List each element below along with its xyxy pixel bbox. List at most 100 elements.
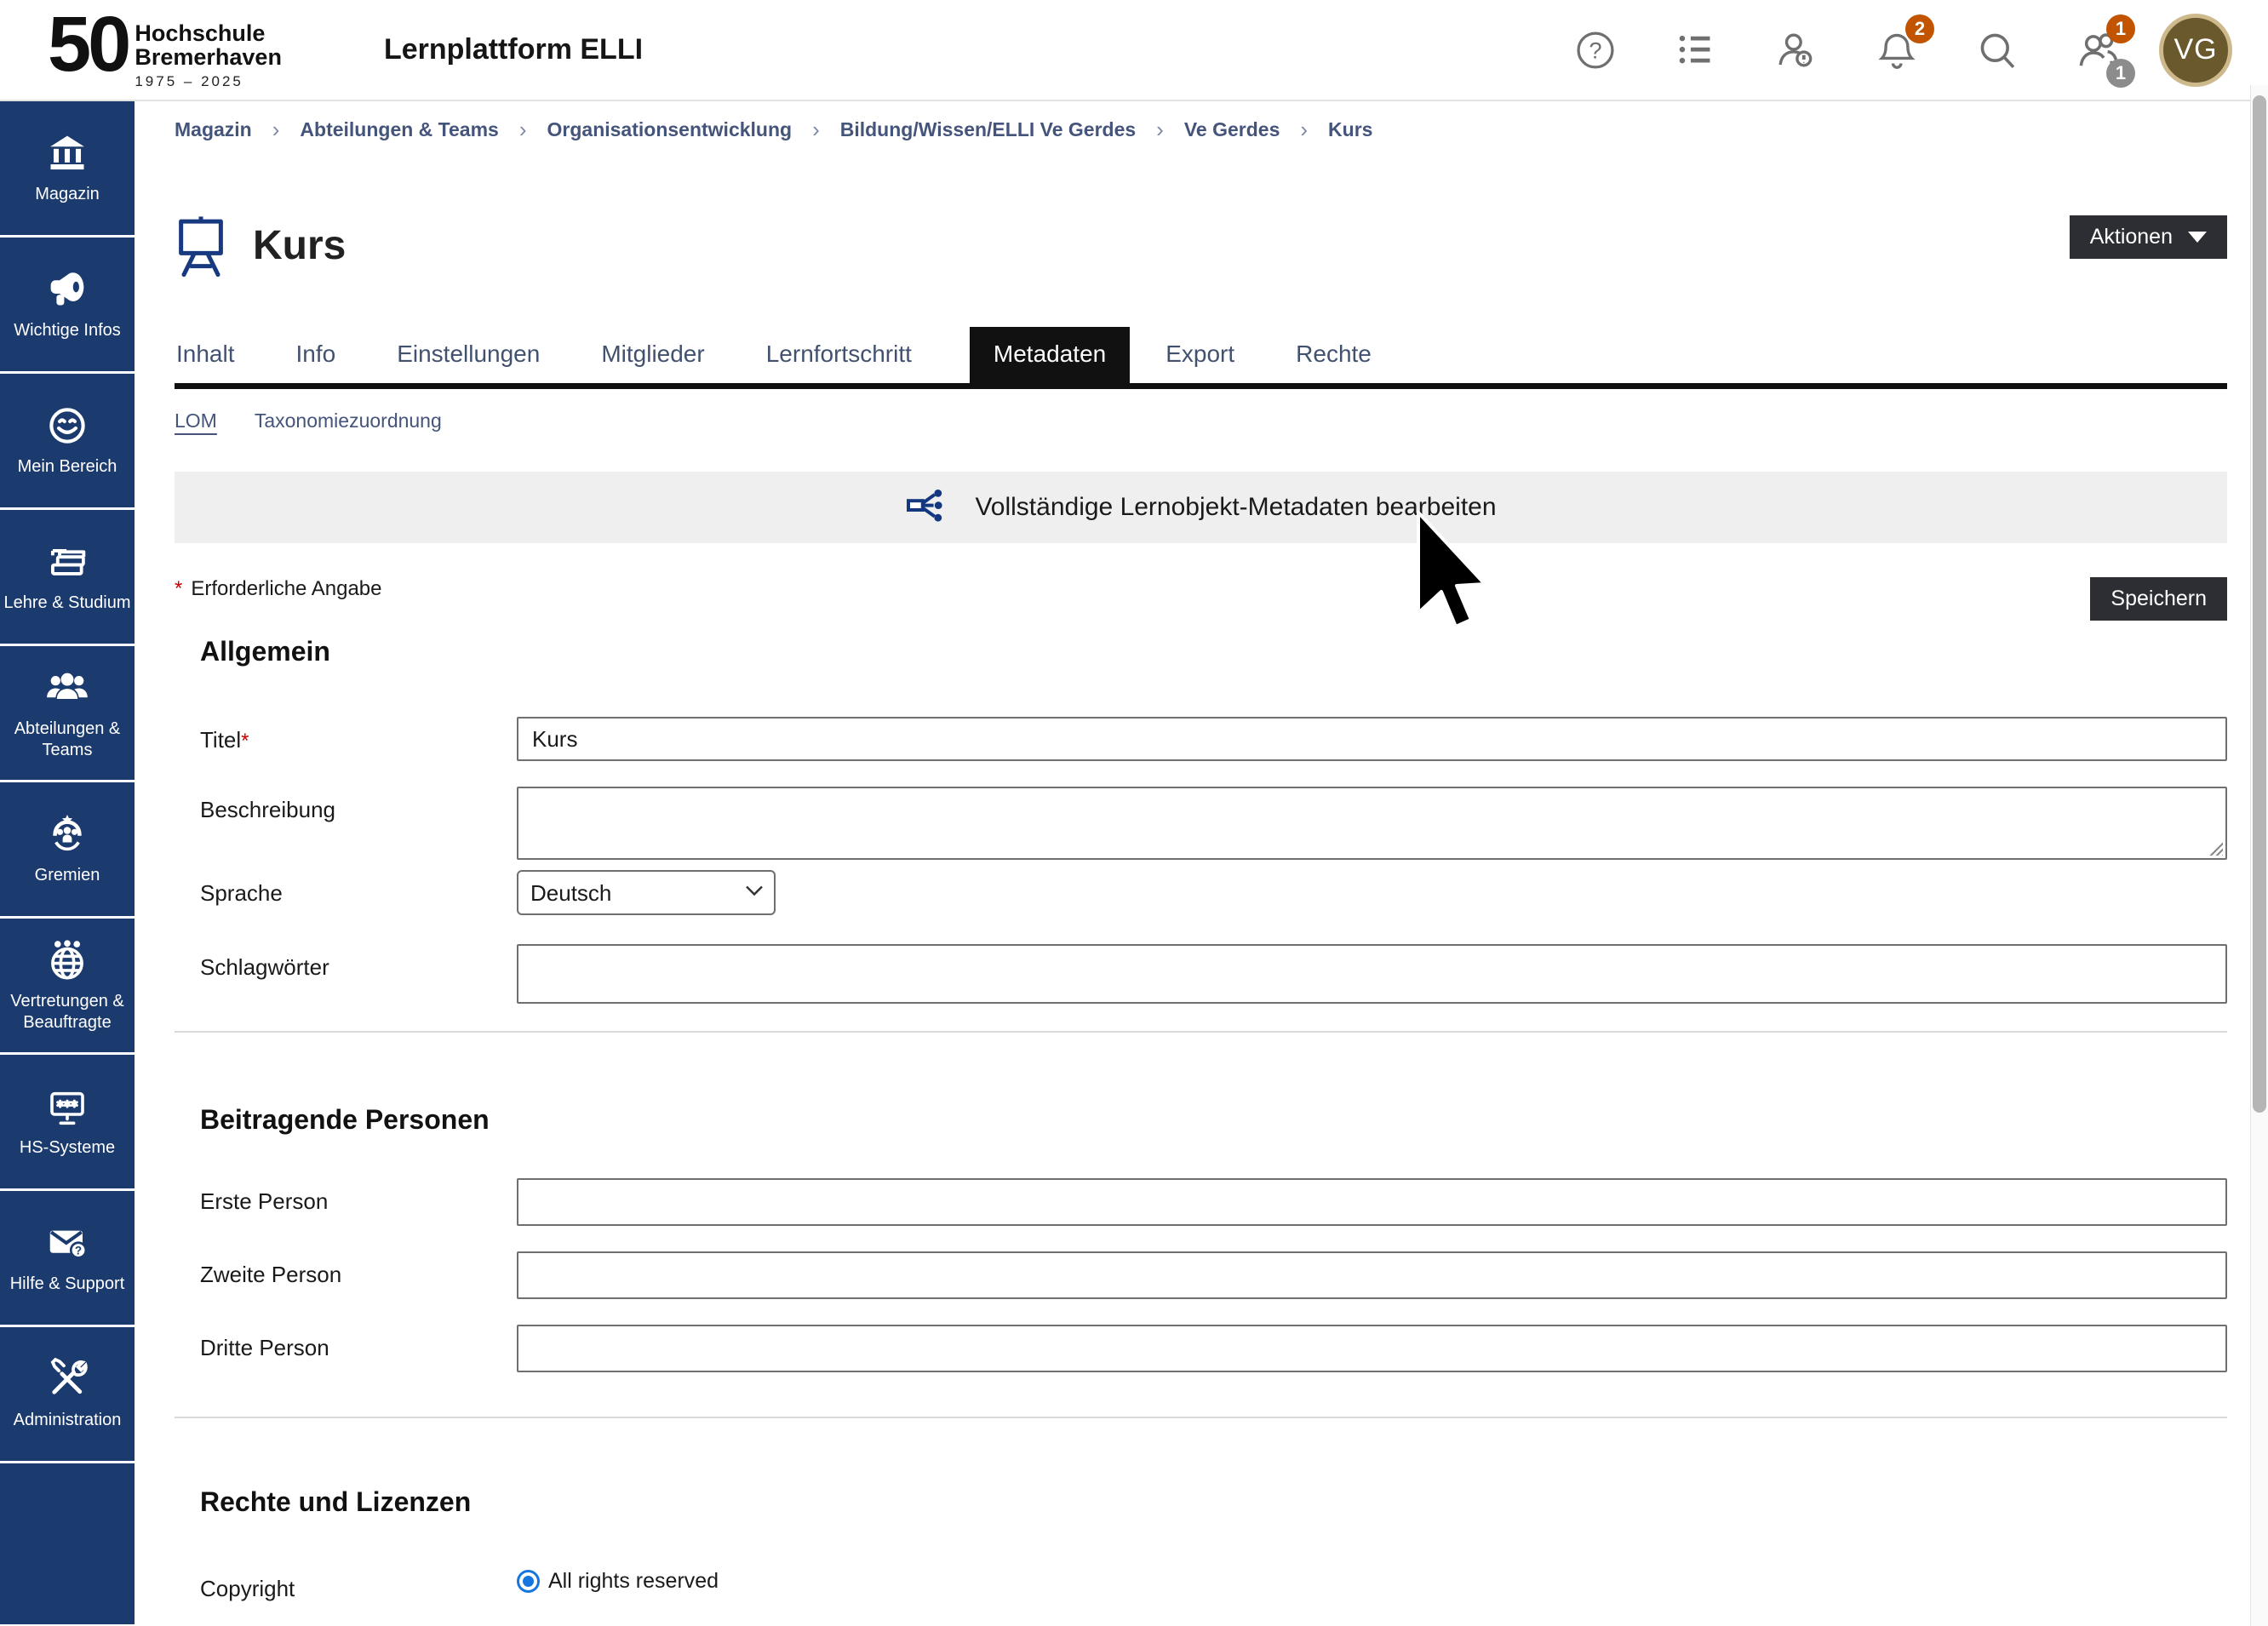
tab-inhalt[interactable]: Inhalt	[175, 327, 237, 383]
contacts-icon[interactable]: 1 1	[2074, 26, 2122, 74]
books-icon	[44, 540, 90, 584]
tab-export[interactable]: Export	[1164, 327, 1236, 383]
monitor-icon	[44, 1085, 90, 1129]
sidebar-item-label: Mein Bereich	[18, 456, 117, 478]
sidebar-item-label: Hilfe & Support	[10, 1274, 125, 1295]
required-save-row: *Erforderliche Angabe Speichern	[175, 577, 2227, 621]
breadcrumb-item-kurs[interactable]: Kurs	[1328, 118, 1372, 141]
edit-full-metadata-banner[interactable]: Vollständige Lernobjekt-Metadaten bearbe…	[175, 472, 2227, 543]
sidebar-item-label: HS-Systeme	[20, 1137, 115, 1159]
chevron-down-icon	[2188, 232, 2207, 243]
form-row-dritte-person: Dritte Person	[175, 1325, 2227, 1372]
committee-icon	[44, 812, 90, 856]
mail-help-icon: ?	[44, 1221, 90, 1265]
section-heading-beitragende: Beitragende Personen	[200, 1104, 2227, 1136]
user-alert-icon[interactable]	[1773, 26, 1820, 74]
svg-text:?: ?	[75, 1245, 82, 1257]
help-icon[interactable]: ?	[1572, 26, 1619, 74]
form-row-beschreibung: Beschreibung	[175, 787, 2227, 860]
section-divider	[175, 1031, 2227, 1033]
megaphone-icon	[44, 267, 90, 312]
form-row-sprache: Sprache Deutsch	[175, 870, 2227, 915]
app-window: 50 Hochschule Bremerhaven 1975 – 2025 Le…	[0, 0, 2268, 1626]
sidebar-item-mein-bereich[interactable]: Mein Bereich	[0, 374, 135, 510]
breadcrumb-separator: ›	[1300, 117, 1308, 143]
breadcrumb-item-bildung-wissen[interactable]: Bildung/Wissen/ELLI Ve Gerdes	[840, 118, 1136, 141]
breadcrumb-item-organisationsentwicklung[interactable]: Organisationsentwicklung	[547, 118, 793, 141]
bell-icon[interactable]: 2	[1873, 26, 1921, 74]
breadcrumb-item-abteilungen[interactable]: Abteilungen & Teams	[300, 118, 498, 141]
save-button[interactable]: Speichern	[2090, 577, 2227, 621]
sprache-select[interactable]: Deutsch	[517, 870, 776, 915]
form-row-zweite-person: Zweite Person	[175, 1251, 2227, 1299]
avatar[interactable]: VG	[2159, 14, 2232, 87]
copyright-radio-label[interactable]: All rights reserved	[548, 1569, 719, 1594]
section-heading-allgemein: Allgemein	[200, 636, 2227, 667]
scrollbar-track[interactable]	[2250, 85, 2268, 1626]
tools-icon	[44, 1357, 90, 1401]
required-note: *Erforderliche Angabe	[175, 577, 382, 601]
tab-info[interactable]: Info	[295, 327, 338, 383]
sidebar-item-vertretungen[interactable]: Vertretungen & Beauftragte	[0, 919, 135, 1055]
tab-mitglieder[interactable]: Mitglieder	[599, 327, 706, 383]
tab-lernfortschritt[interactable]: Lernfortschritt	[765, 327, 914, 383]
form-row-erste-person: Erste Person	[175, 1178, 2227, 1226]
dritte-person-label: Dritte Person	[175, 1325, 517, 1361]
form-row-copyright: Copyright All rights reserved	[175, 1566, 2227, 1602]
globe-people-icon	[44, 938, 90, 982]
tab-bar: Inhalt Info Einstellungen Mitglieder Ler…	[175, 327, 2227, 389]
subtab-taxonomiezuordnung[interactable]: Taxonomiezuordnung	[255, 409, 442, 432]
schlagwoerter-label: Schlagwörter	[175, 944, 517, 981]
sidebar-item-hilfe-support[interactable]: ? Hilfe & Support	[0, 1191, 135, 1327]
sidebar-filler	[0, 1463, 135, 1624]
sidebar-item-label: Magazin	[35, 184, 100, 205]
university-logo[interactable]: 50 Hochschule Bremerhaven 1975 – 2025	[48, 9, 282, 90]
sidebar-item-wichtige-infos[interactable]: Wichtige Infos	[0, 238, 135, 374]
header-actions: ?	[1519, 14, 2232, 87]
sidebar-item-abteilungen-teams[interactable]: Abteilungen & Teams	[0, 646, 135, 782]
page-title: Kurs	[253, 222, 346, 269]
sidebar-item-hs-systeme[interactable]: HS-Systeme	[0, 1055, 135, 1191]
share-node-icon	[905, 484, 953, 531]
zweite-person-label: Zweite Person	[175, 1251, 517, 1288]
erste-person-input[interactable]	[517, 1178, 2227, 1226]
svg-text:?: ?	[1589, 37, 1601, 63]
sidebar-item-gremien[interactable]: Gremien	[0, 782, 135, 919]
tab-einstellungen[interactable]: Einstellungen	[395, 327, 541, 383]
breadcrumb-item-ve-gerdes[interactable]: Ve Gerdes	[1184, 118, 1280, 141]
logo-years: 1975 – 2025	[135, 73, 282, 90]
schlagwoerter-input[interactable]	[517, 944, 2227, 1004]
page-title-row: Kurs Aktionen	[175, 195, 2227, 296]
sidebar-item-administration[interactable]: Administration	[0, 1327, 135, 1463]
actions-button[interactable]: Aktionen	[2070, 215, 2227, 259]
beschreibung-textarea[interactable]	[517, 787, 2227, 860]
tab-metadaten[interactable]: Metadaten	[970, 327, 1130, 383]
section-divider	[175, 1417, 2227, 1418]
search-icon[interactable]	[1973, 26, 2021, 74]
smiley-icon	[45, 404, 89, 448]
breadcrumb-separator: ›	[272, 117, 280, 143]
copyright-radio[interactable]	[517, 1570, 540, 1593]
subtab-lom[interactable]: LOM	[175, 409, 217, 432]
beschreibung-label: Beschreibung	[175, 787, 517, 823]
sidebar-item-label: Gremien	[35, 865, 100, 886]
sprache-label: Sprache	[175, 870, 517, 907]
bank-icon	[45, 131, 89, 175]
sidebar-item-label: Vertretungen & Beauftragte	[3, 991, 132, 1033]
logo-name-line1: Hochschule	[135, 21, 282, 45]
zweite-person-input[interactable]	[517, 1251, 2227, 1299]
todo-list-icon[interactable]	[1672, 26, 1720, 74]
titel-input[interactable]	[517, 717, 2227, 761]
scrollbar-thumb[interactable]	[2253, 95, 2266, 1113]
people-group-icon	[44, 666, 90, 710]
sidebar-item-magazin[interactable]: Magazin	[0, 101, 135, 238]
section-heading-rechte: Rechte und Lizenzen	[200, 1486, 2227, 1518]
breadcrumb-item-magazin[interactable]: Magazin	[175, 118, 252, 141]
dritte-person-input[interactable]	[517, 1325, 2227, 1372]
sidebar-item-label: Lehre & Studium	[4, 593, 131, 614]
required-asterisk: *	[175, 577, 182, 600]
contacts-seen-badge: 1	[2106, 59, 2135, 88]
contacts-new-badge: 1	[2106, 14, 2135, 43]
tab-rechte[interactable]: Rechte	[1294, 327, 1373, 383]
sidebar-item-lehre-studium[interactable]: Lehre & Studium	[0, 510, 135, 646]
